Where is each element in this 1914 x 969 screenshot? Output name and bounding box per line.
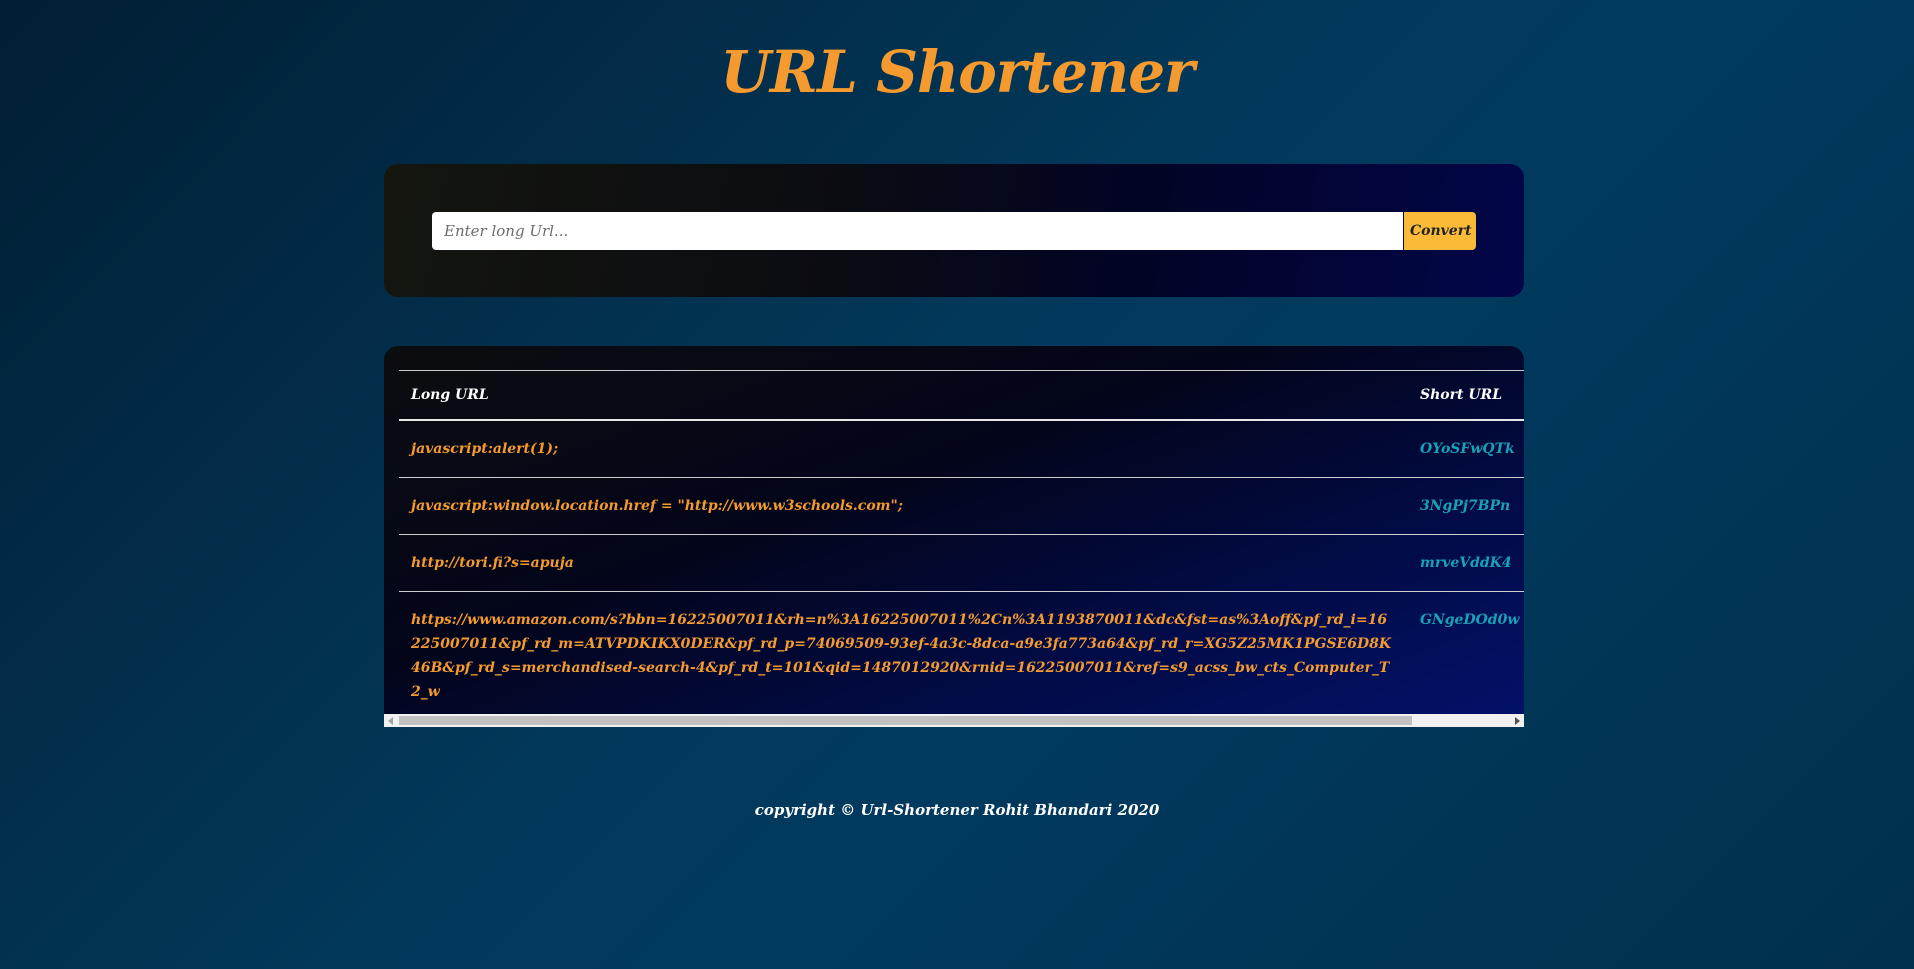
scroll-right-arrow-icon[interactable] — [1515, 717, 1520, 725]
convert-button[interactable]: Convert — [1404, 212, 1476, 250]
long-url-cell: javascript:window.location.href = "http:… — [399, 477, 1408, 535]
long-url-cell: http://tori.fi?s=apuja — [399, 534, 1408, 592]
short-url-link[interactable]: GNgeDOd0w — [1408, 592, 1524, 715]
column-header-short-url: Short URL — [1408, 370, 1524, 421]
footer-copyright: copyright © Url-Shortener Rohit Bhandari… — [754, 801, 1160, 819]
url-table-card: Long URL Short URL javascript:alert(1); … — [384, 346, 1524, 727]
long-url-cell: javascript:alert(1); — [399, 420, 1408, 478]
long-url-cell: https://www.amazon.com/s?bbn=16225007011… — [411, 612, 1392, 700]
url-form-card: Convert — [384, 164, 1524, 297]
url-table-scroll-area[interactable]: Long URL Short URL javascript:alert(1); … — [399, 370, 1524, 714]
page-title: URL Shortener — [720, 38, 1194, 106]
scrollbar-thumb[interactable] — [399, 716, 1412, 725]
table-row: javascript:window.location.href = "http:… — [399, 477, 1524, 535]
table-header-row: Long URL Short URL — [399, 370, 1524, 421]
short-url-link[interactable]: OYoSFwQTk — [1408, 420, 1524, 478]
table-row: https://www.amazon.com/s?bbn=16225007011… — [399, 592, 1524, 715]
table-row: javascript:alert(1); OYoSFwQTk — [399, 420, 1524, 478]
horizontal-scrollbar[interactable] — [384, 714, 1524, 727]
table-row: http://tori.fi?s=apuja mrveVddK4 — [399, 534, 1524, 592]
column-header-long-url: Long URL — [399, 370, 1408, 421]
url-table: Long URL Short URL javascript:alert(1); … — [399, 370, 1524, 714]
scroll-left-arrow-icon[interactable] — [388, 717, 393, 725]
long-url-input[interactable] — [432, 212, 1403, 250]
short-url-link[interactable]: mrveVddK4 — [1408, 534, 1524, 592]
short-url-link[interactable]: 3NgPj7BPn — [1408, 477, 1524, 535]
